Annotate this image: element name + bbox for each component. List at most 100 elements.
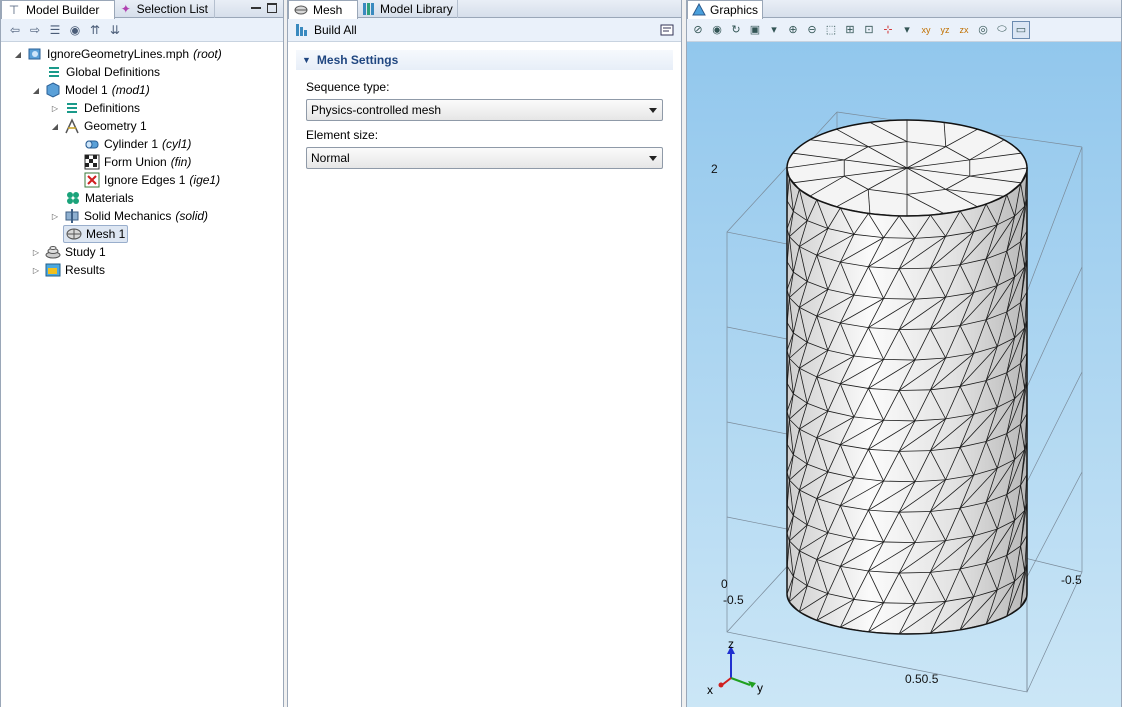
axis-label-z-top: 2 — [711, 162, 718, 176]
minimize-button[interactable] — [251, 3, 261, 9]
tree-node-geometry-1[interactable]: ◢ Geometry 1 — [50, 117, 147, 135]
tree-node-study-1[interactable]: ▷ Study 1 — [31, 243, 106, 261]
tab-mesh-label: Mesh — [313, 3, 343, 17]
axis-view-icon[interactable]: ⊹ — [879, 21, 897, 39]
collapse-all-icon[interactable]: ⇈ — [87, 22, 103, 38]
tree-node-results[interactable]: ▷ Results — [31, 261, 105, 279]
zoom-box-icon[interactable]: ⬚ — [822, 21, 840, 39]
tree-node-label: Ignore Edges 1 — [104, 173, 186, 187]
ignore-edges-icon — [84, 172, 100, 188]
zoom-selection-icon[interactable]: ⊞ — [841, 21, 859, 39]
collapsed-arrow-icon[interactable]: ▷ — [50, 104, 60, 113]
tree-node-ignore-edges-1[interactable]: Ignore Edges 1 (ige1) — [84, 171, 220, 189]
results-icon — [45, 262, 61, 278]
expand-all-icon[interactable]: ⇊ — [107, 22, 123, 38]
tree-node-tag: (fin) — [170, 155, 192, 169]
eye-icon[interactable]: ◉ — [67, 22, 83, 38]
section-title: Mesh Settings — [316, 53, 399, 67]
axis-label-bottom: 0.50.5 — [905, 672, 939, 686]
help-icon[interactable] — [659, 22, 675, 38]
wireframe-icon[interactable]: ⬭ — [993, 21, 1011, 39]
section-collapse-icon[interactable]: ▼ — [302, 55, 311, 65]
triad-z-label: z — [728, 638, 734, 651]
mesh-icon — [66, 226, 82, 242]
tab-graphics[interactable]: Graphics — [687, 0, 763, 19]
model-tree: ◢ IgnoreGeometryLines.mph (root) Global … — [1, 42, 283, 277]
tree-node-cylinder-1[interactable]: Cylinder 1 (cyl1) — [84, 135, 191, 153]
element-size-select[interactable]: Normal — [306, 147, 663, 169]
tab-model-builder-label: Model Builder — [26, 3, 100, 17]
model-builder-pane: ⊤ Model Builder ✦ Selection List ⇦ ⇨ ☰ ◉… — [0, 0, 284, 707]
tree-node-mesh-1[interactable]: Mesh 1 — [63, 225, 129, 243]
build-all-label: Build All — [314, 22, 357, 37]
forward-icon[interactable]: ⇨ — [27, 22, 43, 38]
sequence-type-select[interactable]: Physics-controlled mesh — [306, 99, 663, 121]
tree-node-root[interactable]: ◢ IgnoreGeometryLines.mph (root) — [13, 45, 222, 63]
tree-node-label: Model 1 — [65, 83, 108, 97]
axis-label-x-left: -0.5 — [723, 593, 744, 607]
tree-node-tag: (root) — [193, 47, 222, 61]
tab-selection-list[interactable]: ✦ Selection List — [115, 0, 215, 18]
axis-triad: z y x — [707, 638, 763, 697]
tree-node-label: Global Definitions — [66, 65, 161, 79]
show-icon[interactable]: ☰ — [47, 22, 63, 38]
dropdown-icon[interactable]: ▾ — [898, 21, 916, 39]
graphics-tabbar: Graphics — [687, 0, 1121, 19]
tree-node-tag: (mod1) — [111, 83, 150, 97]
tab-model-builder[interactable]: ⊤ Model Builder — [1, 0, 115, 19]
graphics-icon — [692, 2, 706, 18]
tree-node-label: IgnoreGeometryLines.mph — [47, 47, 190, 61]
tree-node-materials[interactable]: Materials — [65, 189, 134, 207]
view-zx-icon[interactable]: zx — [955, 21, 973, 39]
model-builder-toolbar: ⇦ ⇨ ☰ ◉ ⇈ ⇊ — [1, 18, 283, 42]
element-size-value: Normal — [311, 151, 350, 165]
element-size-label: Element size: — [306, 128, 379, 142]
mesh-icon — [293, 2, 309, 18]
mesh-viewport[interactable] — [687, 42, 1122, 707]
collapsed-arrow-icon[interactable]: ▷ — [31, 248, 41, 257]
expanded-arrow-icon[interactable]: ◢ — [31, 86, 41, 95]
transparency-icon[interactable]: ◎ — [974, 21, 992, 39]
render-mode-icon[interactable]: ▭ — [1012, 20, 1030, 39]
view-icon[interactable]: ▣ — [746, 21, 764, 39]
refresh-icon[interactable]: ↻ — [727, 21, 745, 39]
form-union-icon — [84, 154, 100, 170]
tree-node-solid-mechanics[interactable]: ▷ Solid Mechanics (solid) — [50, 207, 208, 225]
file-icon — [27, 46, 43, 62]
zoom-extents-icon[interactable]: ⊡ — [860, 21, 878, 39]
geometry-icon — [64, 118, 80, 134]
view-yz-icon[interactable]: yz — [936, 21, 954, 39]
collapsed-arrow-icon[interactable]: ▷ — [50, 212, 60, 221]
tree-node-global-definitions[interactable]: Global Definitions — [46, 63, 160, 81]
dropdown-icon[interactable]: ▾ — [765, 21, 783, 39]
sequence-type-value: Physics-controlled mesh — [311, 103, 442, 117]
tab-graphics-label: Graphics — [710, 3, 759, 17]
tree-node-form-union[interactable]: Form Union (fin) — [84, 153, 191, 171]
axis-label-z-bottom: 0 — [721, 577, 728, 591]
view-xy-icon[interactable]: xy — [917, 21, 935, 39]
settings-tabbar: Mesh Model Library — [288, 0, 681, 19]
maximize-button[interactable] — [267, 3, 277, 13]
tree-node-label: Form Union — [104, 155, 167, 169]
tab-model-library[interactable]: Model Library — [358, 0, 458, 18]
back-icon[interactable]: ⇦ — [7, 22, 23, 38]
model-library-icon — [362, 1, 376, 17]
definitions-icon — [64, 100, 80, 116]
hide-icon[interactable]: ⊘ — [689, 21, 707, 39]
tree-node-definitions[interactable]: ▷ Definitions — [50, 99, 140, 117]
collapsed-arrow-icon[interactable]: ▷ — [31, 266, 41, 275]
expanded-arrow-icon[interactable]: ◢ — [50, 122, 60, 131]
build-all-button[interactable]: Build All — [294, 22, 357, 38]
expanded-arrow-icon[interactable]: ◢ — [13, 50, 23, 59]
zoom-in-icon[interactable]: ⊕ — [784, 21, 802, 39]
model-builder-tabbar: ⊤ Model Builder ✦ Selection List — [1, 0, 283, 19]
tab-mesh[interactable]: Mesh — [288, 0, 358, 19]
eye-icon[interactable]: ◉ — [708, 21, 726, 39]
settings-toolbar: Build All — [288, 18, 681, 42]
mesh-settings-section[interactable]: ▼ Mesh Settings — [296, 50, 673, 70]
tree-node-model-1[interactable]: ◢ Model 1 (mod1) — [31, 81, 150, 99]
sequence-type-label: Sequence type: — [306, 80, 390, 94]
tree-node-label: Study 1 — [65, 245, 106, 259]
tree-node-tag: (cyl1) — [162, 137, 192, 151]
zoom-out-icon[interactable]: ⊖ — [803, 21, 821, 39]
